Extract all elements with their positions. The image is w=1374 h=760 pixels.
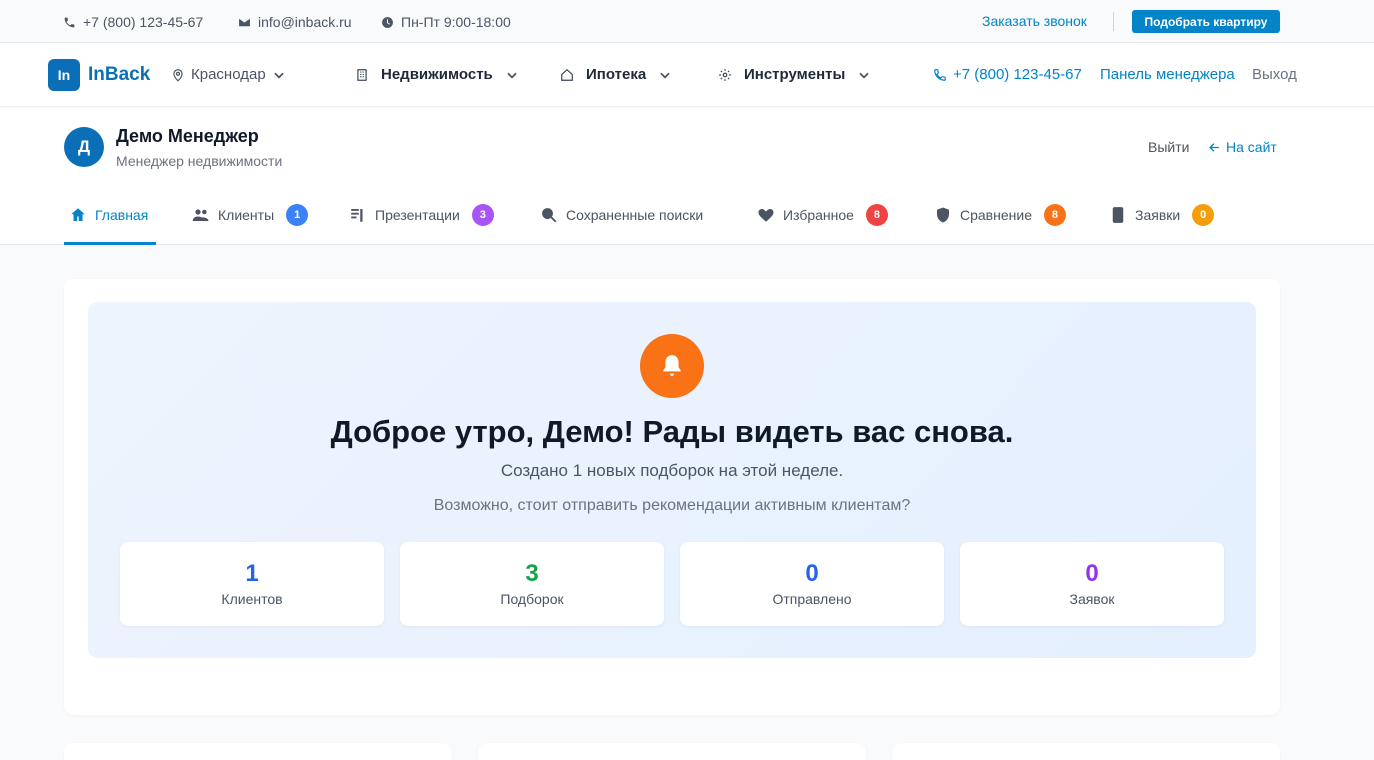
avatar: Д [64,127,104,167]
presentation-icon [351,209,363,222]
search-icon [542,208,557,223]
manager-name: Демо Менеджер [116,126,259,146]
logo-text[interactable]: InBack [88,64,150,86]
manager-panel-link[interactable]: Панель менеджера [1100,66,1235,83]
nav-mortgage-label: Ипотека [586,66,647,83]
clients-count-badge: 1 [286,204,309,226]
header-exit-link[interactable]: Выход [1252,66,1297,83]
favorites-count-badge: 8 [865,204,888,226]
topbar-email[interactable]: info@inback.ru [238,13,352,31]
tab-presentations-label: Презентации [375,207,460,223]
tab-favorites[interactable]: Избранное 8 [757,203,888,227]
pick-apartment-button[interactable]: Подобрать квартиру [1132,10,1280,33]
gear-icon [719,68,731,81]
stat-requests-value: 0 [1085,560,1099,587]
location-pin-icon [173,68,183,82]
manager-role: Менеджер недвижимости [116,153,283,169]
nav-realty-label: Недвижимость [381,66,493,83]
topbar-hours-text: Пн-Пт 9:00-18:00 [401,14,511,30]
phone-device-icon [1112,207,1124,223]
phone-icon [64,17,75,27]
users-icon [192,209,209,221]
tab-presentations[interactable]: Презентации 3 [349,203,494,227]
header-phone-link[interactable]: +7 (800) 123-45-67 [933,66,1082,83]
active-tab-indicator [64,242,156,245]
stat-sent-label: Отправлено [772,591,852,607]
stat-clients-value: 1 [245,560,259,587]
tab-requests-label: Заявки [1135,207,1181,223]
tab-home[interactable]: Главная [69,203,148,227]
nav-realty[interactable]: Недвижимость [355,66,519,83]
topbar-hours: Пн-Пт 9:00-18:00 [381,13,511,31]
dashboard-card [64,743,452,760]
dashboard-card [892,743,1280,760]
chevron-down-icon [660,72,670,79]
building-icon [357,68,367,81]
back-to-site-link[interactable]: На сайт [1208,139,1277,155]
tab-saved-searches[interactable]: Сохраненные поиски [540,203,703,227]
main-header: In InBack Краснодар Недвижимость Ипотека… [0,43,1374,107]
nav-tools[interactable]: Инструменты [718,66,871,83]
tab-saved-searches-label: Сохраненные поиски [566,207,704,223]
stat-clients: 1 Клиентов [120,542,384,626]
shield-icon [937,207,949,223]
mail-icon [239,18,250,26]
tab-compare[interactable]: Сравнение 8 [934,203,1066,227]
tab-home-label: Главная [95,207,149,223]
top-contact-bar: +7 (800) 123-45-67 info@inback.ru Пн-Пт … [0,0,1374,43]
compare-count-badge: 8 [1043,204,1066,226]
city-label: Краснодар [191,66,266,83]
chevron-down-icon [273,72,284,79]
phone-icon [934,68,946,81]
city-selector[interactable]: Краснодар [171,66,286,83]
tab-compare-label: Сравнение [960,207,1032,223]
header-phone-text: +7 (800) 123-45-67 [953,66,1082,83]
stat-clients-label: Клиентов [221,591,283,607]
welcome-line-2: Возможно, стоит отправить рекомендации а… [433,497,911,514]
manager-profile-section: Д Демо Менеджер Менеджер недвижимости Вы… [0,108,1374,245]
stat-collections-label: Подборок [500,591,564,607]
chevron-down-icon [859,72,869,79]
logout-link[interactable]: Выйти [1148,139,1189,155]
tab-favorites-label: Избранное [783,207,854,223]
welcome-line-1: Создано 1 новых подборок на этой неделе. [500,461,844,480]
welcome-greeting: Доброе утро, Демо! Рады видеть вас снова… [330,414,1014,449]
stat-requests: 0 Заявок [960,542,1224,626]
tab-clients-label: Клиенты [218,207,275,223]
clock-icon [382,16,393,28]
nav-mortgage[interactable]: Ипотека [560,66,672,83]
tab-clients[interactable]: Клиенты 1 [192,203,309,227]
logo-mark[interactable]: In [48,59,80,91]
arrow-left-icon [1209,142,1219,152]
topbar-phone[interactable]: +7 (800) 123-45-67 [63,13,203,31]
requests-count-badge: 0 [1192,204,1215,226]
heart-icon [758,209,774,222]
house-icon [561,68,573,81]
stat-collections: 3 Подборок [400,542,664,626]
notification-bell [640,334,704,398]
nav-tools-label: Инструменты [744,66,846,83]
tab-requests[interactable]: Заявки 0 [1109,203,1215,227]
presentations-count-badge: 3 [471,204,494,226]
topbar-email-text: info@inback.ru [258,14,352,30]
stat-sent-value: 0 [805,560,819,587]
stat-collections-value: 3 [525,560,539,587]
dashboard-card [478,743,866,760]
bell-icon [663,355,681,376]
back-to-site-label: На сайт [1226,139,1277,155]
topbar-divider [1113,12,1114,31]
stat-requests-label: Заявок [1069,591,1115,607]
topbar-phone-text: +7 (800) 123-45-67 [83,14,204,30]
stat-sent: 0 Отправлено [680,542,944,626]
callback-link[interactable]: Заказать звонок [982,13,1087,29]
chevron-down-icon [507,72,517,79]
home-icon [71,208,85,221]
